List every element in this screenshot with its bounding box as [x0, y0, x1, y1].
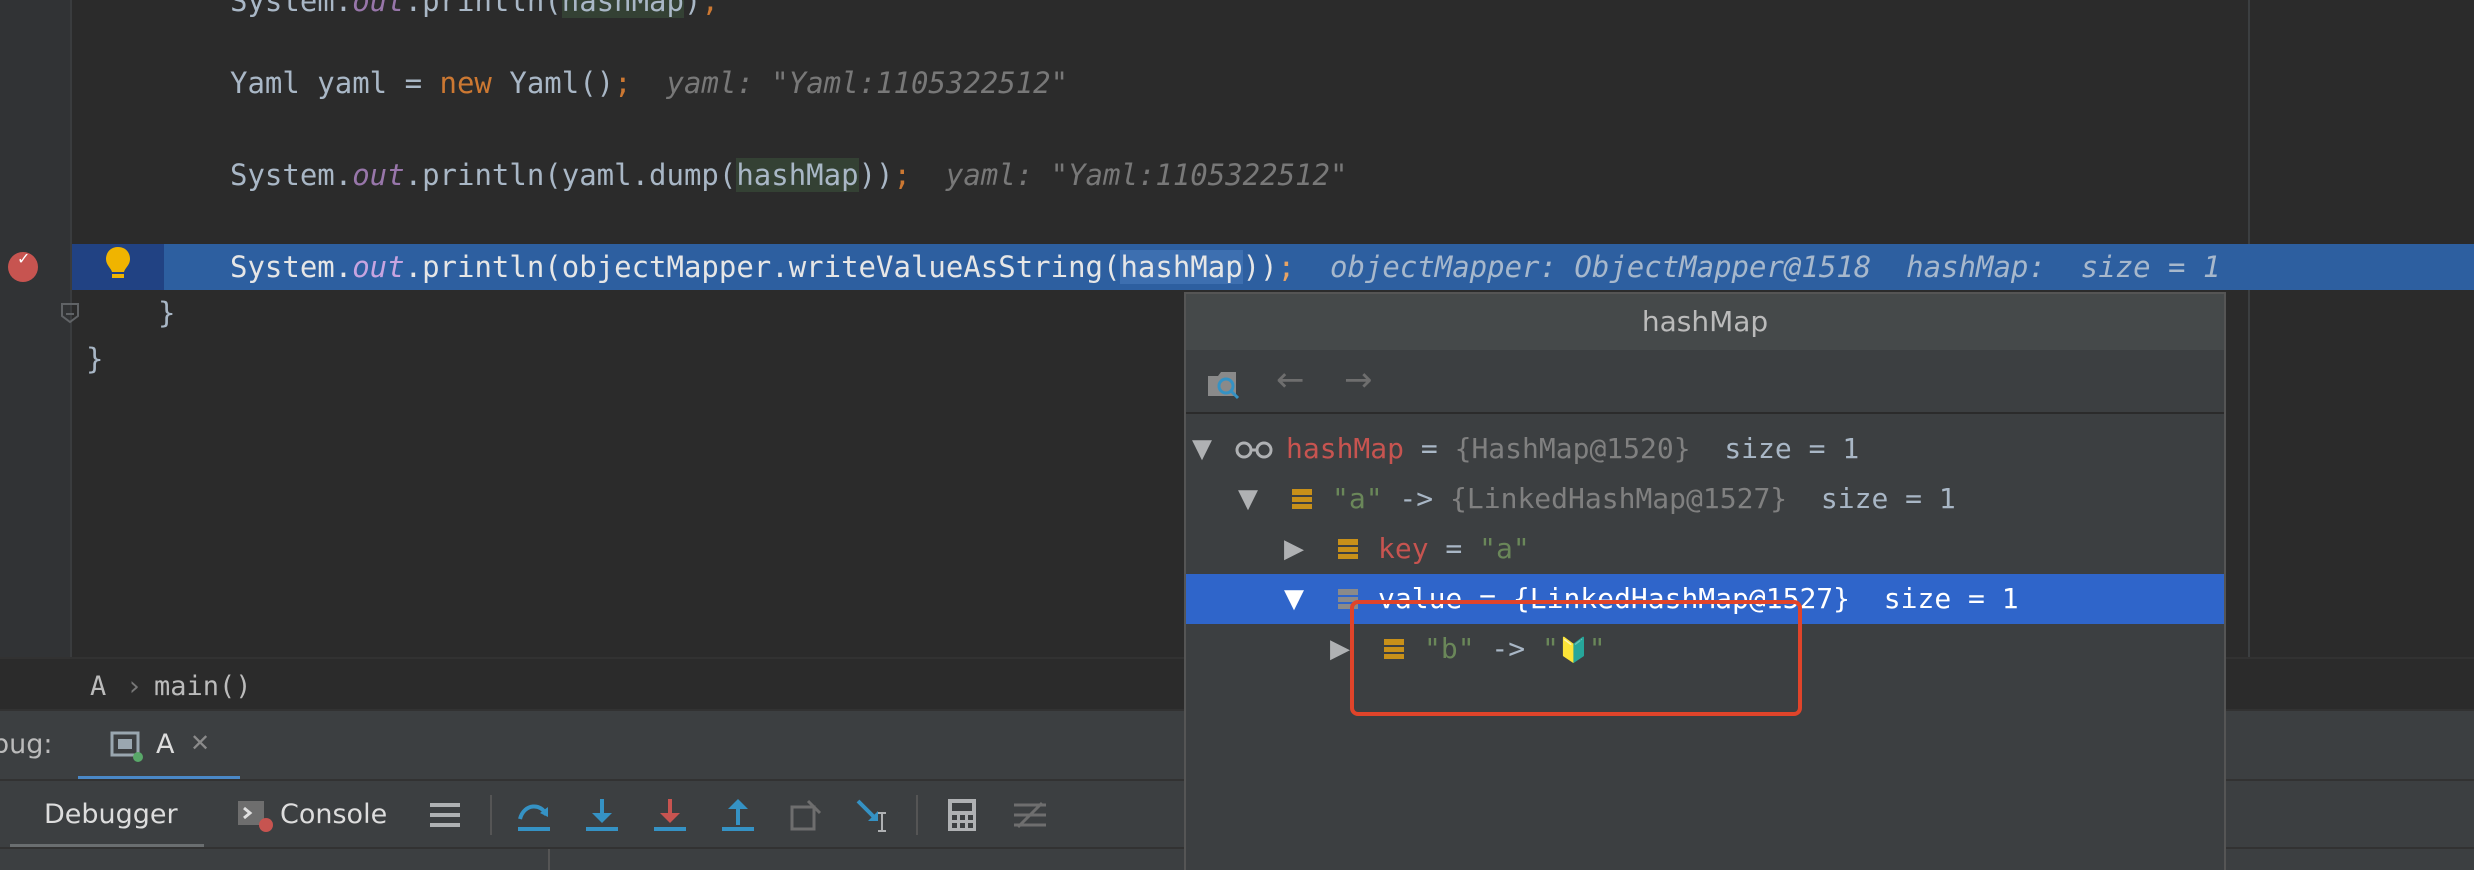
map-arrow: ->	[1382, 482, 1451, 515]
code-line-writevalueasstring[interactable]: System.out.println(objectMapper.writeVal…	[230, 244, 2220, 290]
code-token: System.	[230, 250, 353, 284]
tab-console[interactable]: Console	[234, 781, 404, 849]
evaluate-expression-icon[interactable]	[942, 795, 982, 835]
force-step-into-icon[interactable]	[650, 795, 690, 835]
code-line-yaml-declaration[interactable]: Yaml yaml = new Yaml(); yaml: "Yaml:1105…	[230, 60, 1068, 106]
code-line-println-hashmap[interactable]: System.out.println(hashMap);	[230, 0, 719, 24]
panel-divider	[548, 849, 550, 870]
code-line-yaml-dump[interactable]: System.out.println(yaml.dump(hashMap)); …	[230, 152, 1347, 198]
popup-title: hashMap	[1186, 294, 2224, 350]
code-token: .println(objectMapper.writeValueAsString…	[404, 250, 1121, 284]
code-token: Yaml()	[491, 66, 615, 100]
code-token-var: hashMap	[561, 0, 684, 18]
code-token-static: out	[352, 250, 405, 284]
breadcrumb-separator: ›	[126, 671, 143, 702]
tree-row-hashmap[interactable]: ▼ hashMap = {HashMap@1520} size = 1	[1186, 424, 2224, 474]
highlight-annotation-box	[1350, 600, 1802, 716]
console-icon	[238, 801, 273, 832]
code-line-close-brace[interactable]: }	[158, 290, 175, 336]
code-token-semicolon: ;	[1277, 250, 1296, 284]
variable-name: hashMap	[1286, 432, 1405, 465]
debug-session-tab[interactable]: A ✕	[78, 711, 240, 781]
size-info: size = 1	[1850, 582, 2019, 615]
back-arrow-icon[interactable]: ←	[1276, 360, 1305, 400]
code-token-brace: }	[86, 342, 104, 376]
breadcrumb-method[interactable]: main()	[154, 671, 252, 702]
code-token-var: hashMap	[1120, 250, 1243, 284]
code-token-semicolon: ;	[701, 0, 719, 18]
collapse-arrow-icon[interactable]: ▼	[1284, 574, 1304, 624]
toolbar-separator	[916, 795, 918, 835]
string-value: "a"	[1479, 532, 1530, 565]
code-token-brace: }	[158, 296, 176, 330]
run-to-cursor-icon[interactable]	[854, 795, 894, 835]
step-over-icon[interactable]	[514, 795, 554, 835]
collapse-arrow-icon[interactable]: ▼	[1238, 474, 1258, 524]
breadcrumb-class[interactable]: A	[90, 671, 106, 702]
code-token: ))	[858, 158, 894, 192]
code-token-semicolon: ;	[893, 158, 911, 192]
forward-arrow-icon[interactable]: →	[1344, 360, 1373, 400]
add-to-watches-icon[interactable]	[1206, 368, 1244, 402]
variable-inspection-popup[interactable]: hashMap ← → ▼ hashMap = {HashMap@1520} s…	[1184, 292, 2226, 870]
code-token: System.	[230, 0, 353, 18]
collapse-arrow-icon[interactable]: ▼	[1192, 424, 1212, 474]
close-icon[interactable]: ✕	[190, 729, 210, 757]
trace-stream-icon[interactable]	[1010, 795, 1050, 835]
size-info: size = 1	[1690, 432, 1860, 465]
popup-toolbar: ← →	[1186, 350, 2224, 414]
step-out-icon[interactable]	[718, 795, 758, 835]
field-icon	[1292, 489, 1312, 509]
expand-arrow-icon[interactable]: ▶	[1284, 524, 1304, 574]
inline-debug-hint: yaml: "Yaml:1105322512"	[666, 66, 1069, 100]
inline-debug-hint: objectMapper: ObjectMapper@1518 hashMap:…	[1329, 250, 2221, 284]
code-token: .println(yaml.dump(	[404, 158, 737, 192]
equals-sign: =	[1428, 532, 1480, 565]
drop-frame-icon[interactable]	[786, 795, 826, 835]
debug-session-label: A	[156, 729, 175, 760]
object-id: {LinkedHashMap@1527}	[1450, 482, 1788, 515]
session-icon	[110, 731, 143, 762]
breakpoint-check-icon: ✓	[17, 249, 31, 268]
layout-menu-icon[interactable]	[426, 795, 466, 835]
code-token-static: out	[352, 0, 405, 18]
current-execution-line[interactable]: System.out.println(objectMapper.writeVal…	[72, 244, 2474, 290]
code-token: )	[683, 0, 702, 18]
right-margin-guide	[2248, 0, 2250, 657]
tab-console-label: Console	[280, 799, 388, 830]
tree-row-key[interactable]: ▶ key = "a"	[1186, 524, 2224, 574]
tree-row-entry-a[interactable]: ▼ "a" -> {LinkedHashMap@1527} size = 1	[1186, 474, 2224, 524]
code-token-static: out	[352, 158, 405, 192]
map-key: "a"	[1332, 482, 1383, 515]
inline-debug-hint: yaml: "Yaml:1105322512"	[945, 158, 1348, 192]
code-token-var: hashMap	[736, 158, 859, 192]
code-token-semicolon: ;	[614, 66, 632, 100]
editor-gutter[interactable]	[0, 0, 72, 657]
equals-sign: =	[1404, 432, 1455, 465]
lightbulb-icon[interactable]	[103, 244, 133, 284]
step-into-icon[interactable]	[582, 795, 622, 835]
debug-label: bug:	[0, 729, 53, 760]
code-token: .println(	[404, 0, 562, 18]
object-id: {HashMap@1520}	[1454, 432, 1691, 465]
fold-marker-icon[interactable]	[60, 302, 80, 324]
field-icon	[1338, 539, 1358, 559]
code-line-close-brace-outer[interactable]: }	[86, 336, 103, 382]
toolbar-separator	[490, 795, 492, 835]
code-token: System.	[230, 158, 353, 192]
expand-arrow-icon[interactable]: ▶	[1330, 624, 1350, 674]
code-token: ))	[1242, 250, 1278, 284]
code-token-keyword: new	[439, 66, 492, 100]
variable-name: key	[1378, 532, 1429, 565]
tab-debugger-label: Debugger	[44, 799, 178, 830]
watch-glasses-icon	[1235, 441, 1273, 459]
tab-debugger[interactable]: Debugger	[10, 781, 204, 849]
size-info: size = 1	[1787, 482, 1956, 515]
code-token: Yaml yaml =	[230, 66, 440, 100]
